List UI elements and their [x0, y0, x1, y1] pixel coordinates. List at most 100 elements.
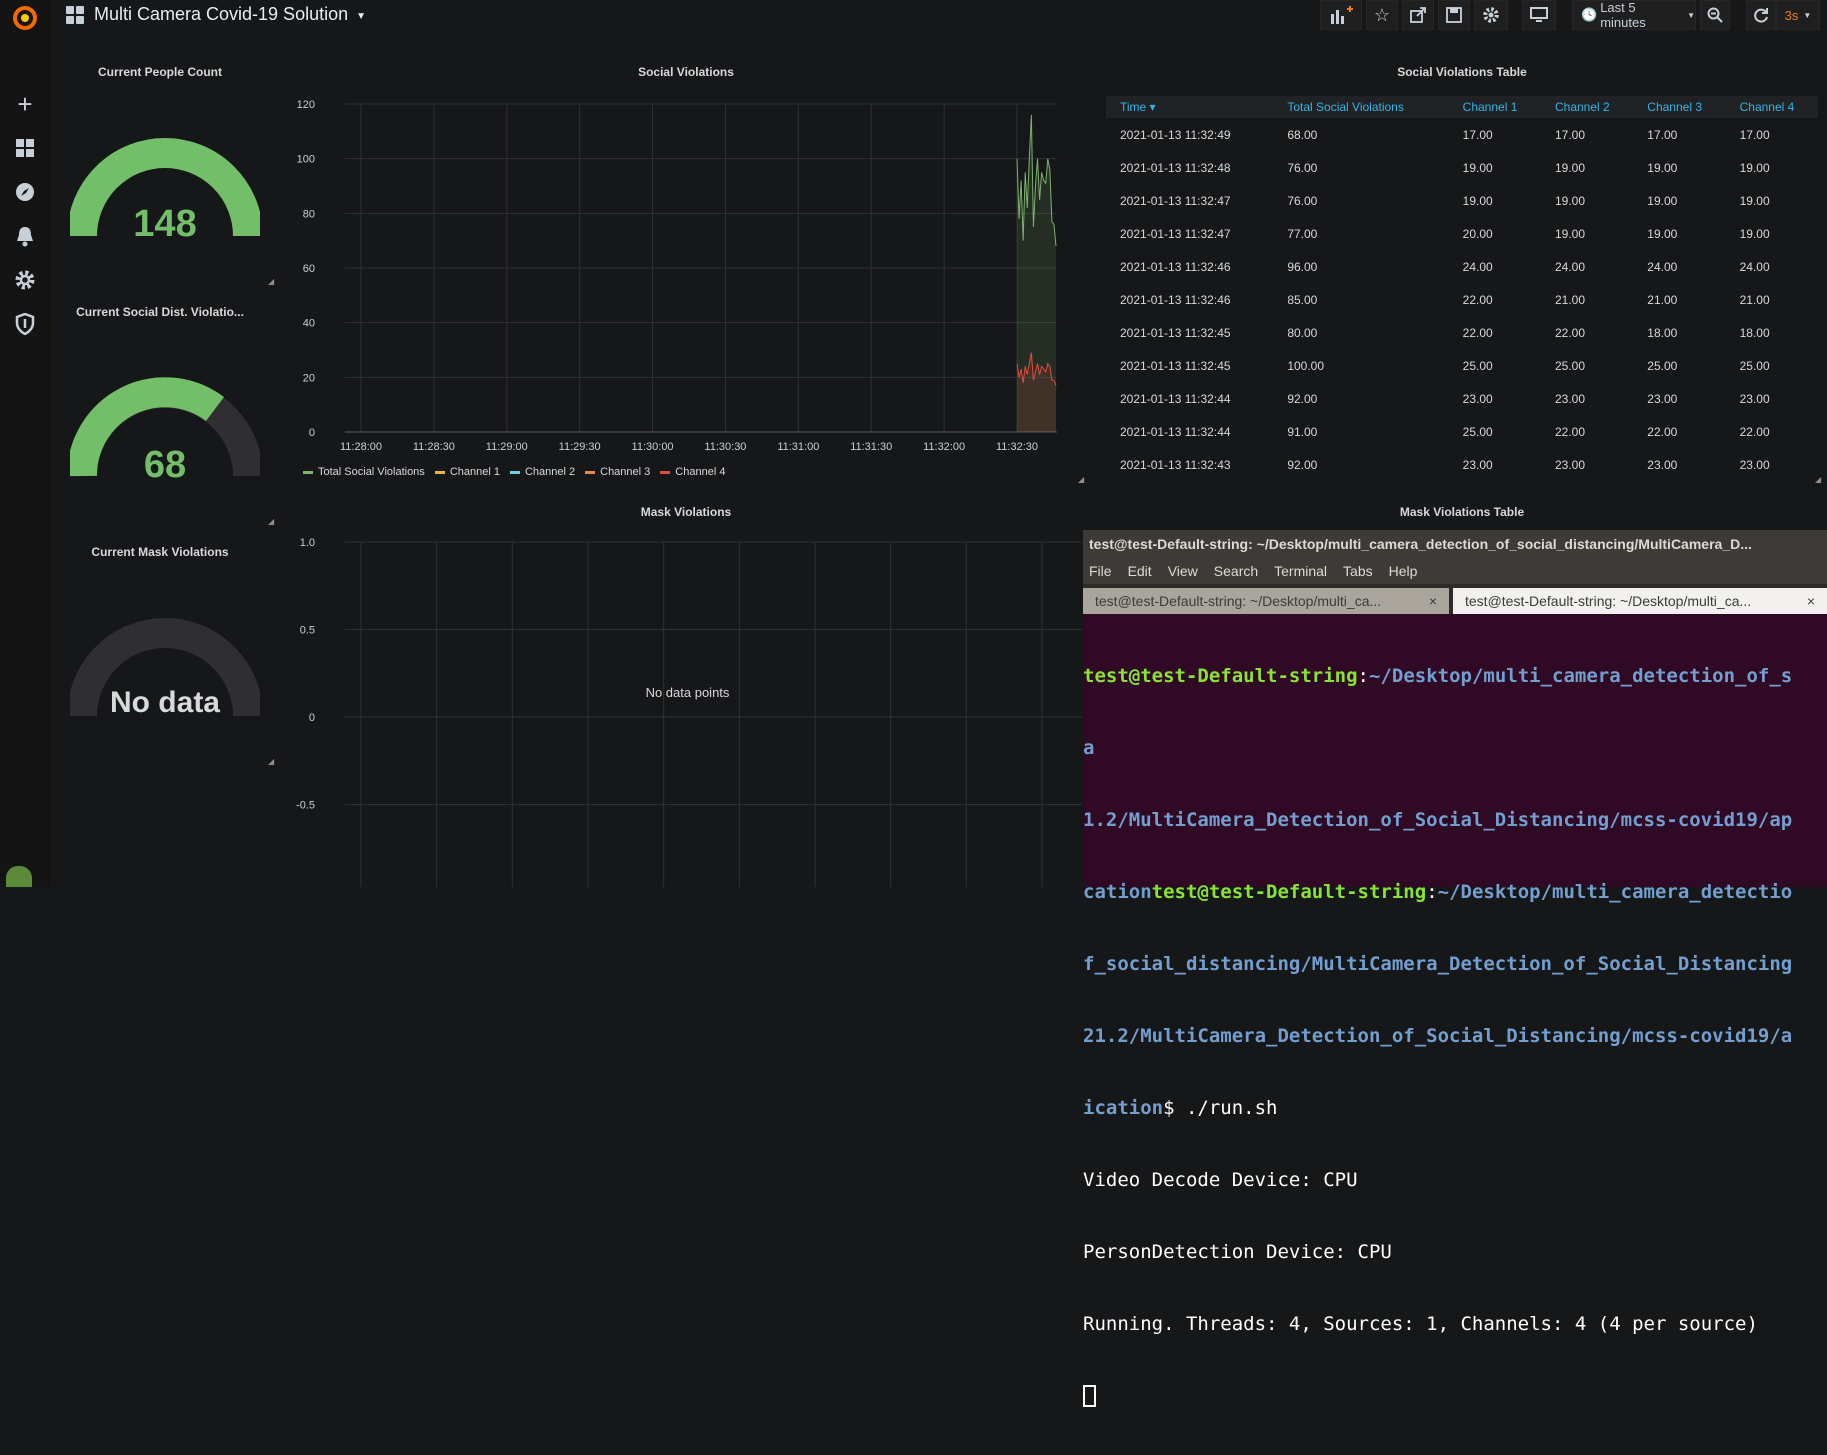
- add-panel-button[interactable]: [1320, 0, 1362, 30]
- column-header[interactable]: Channel 4: [1725, 96, 1818, 118]
- table-cell: 2021-01-13 11:32:46: [1120, 259, 1231, 274]
- column-header[interactable]: Total Social Violations: [1273, 96, 1449, 118]
- terminal-tab-1[interactable]: test@test-Default-string: ~/Desktop/mult…: [1083, 588, 1449, 614]
- menu-help[interactable]: Help: [1389, 563, 1418, 579]
- dashboard-title-picker[interactable]: Multi Camera Covid-19 Solution ▼: [66, 4, 366, 25]
- table-row: 2021-01-13 11:32:44 92.00 23.00 23.00 23.00 2…: [1106, 382, 1818, 415]
- table-cell: 19.00: [1554, 160, 1586, 175]
- terminal-cursor: [1083, 1385, 1096, 1407]
- resize-handle[interactable]: ◢: [268, 517, 274, 526]
- menu-file[interactable]: File: [1089, 563, 1112, 579]
- terminal-window[interactable]: test@test-Default-string: ~/Desktop/mult…: [1083, 530, 1827, 1407]
- menu-tabs[interactable]: Tabs: [1343, 563, 1373, 579]
- people-count-value: 148: [133, 203, 197, 245]
- table-cell: 19.00: [1554, 226, 1586, 241]
- column-header[interactable]: Channel 1: [1448, 96, 1541, 118]
- caret-down-icon: ▼: [356, 11, 367, 22]
- resize-handle[interactable]: ◢: [268, 277, 274, 286]
- y-tick-label: 0: [309, 427, 315, 439]
- terminal-title-bar[interactable]: test@test-Default-string: ~/Desktop/mult…: [1083, 530, 1827, 558]
- table-row: 2021-01-13 11:32:46 96.00 24.00 24.00 24.00 2…: [1106, 250, 1818, 283]
- table-cell: 80.00: [1287, 325, 1318, 340]
- table-row: 2021-01-13 11:32:43 92.00 23.00 23.00 23.00 2…: [1106, 448, 1818, 481]
- terminal-menubar: File Edit View Search Terminal Tabs Help: [1083, 558, 1827, 584]
- legend-item[interactable]: Total Social Violations: [303, 465, 425, 479]
- table-cell: 21.00: [1739, 292, 1770, 307]
- star-button[interactable]: ☆: [1366, 0, 1398, 30]
- share-button[interactable]: [1402, 0, 1434, 30]
- grafana-logo-icon[interactable]: [7, 0, 43, 36]
- terminal-line: Video Decode Device: CPU: [1083, 1169, 1358, 1191]
- configuration-icon[interactable]: [7, 262, 43, 298]
- table-cell: 2021-01-13 11:32:48: [1120, 160, 1231, 175]
- social-violations-title: Social Violations: [638, 65, 734, 79]
- column-header[interactable]: Time ▾: [1106, 96, 1274, 118]
- table-cell: 19.00: [1739, 193, 1770, 208]
- y-tick-label: 20: [303, 372, 315, 384]
- table-cell: 17.00: [1739, 127, 1770, 142]
- plus-icon[interactable]: +: [7, 86, 43, 122]
- menu-terminal[interactable]: Terminal: [1274, 563, 1327, 579]
- legend-label: Channel 4: [675, 466, 726, 478]
- legend-swatch: [585, 470, 596, 474]
- table-cell: 19.00: [1647, 160, 1678, 175]
- x-tick-label: 11:29:30: [559, 441, 601, 453]
- table-cell: 21.00: [1554, 292, 1586, 307]
- gauge-title-mask-violations: Current Mask Violations: [91, 545, 229, 559]
- table-cell: 17.00: [1462, 127, 1493, 142]
- terminal-output[interactable]: test@test-Default-string:~/Desktop/multi…: [1083, 614, 1827, 1455]
- save-button[interactable]: [1438, 0, 1470, 30]
- table-cell: 20.00: [1462, 226, 1493, 241]
- cycle-view-mode-button[interactable]: [1522, 0, 1556, 30]
- legend-item[interactable]: Channel 2: [509, 465, 576, 479]
- refresh-interval-picker[interactable]: 3s ▼: [1776, 0, 1820, 30]
- legend-swatch: [303, 470, 313, 474]
- menu-view[interactable]: View: [1168, 563, 1198, 579]
- column-header[interactable]: Channel 2: [1540, 96, 1634, 118]
- legend-item[interactable]: Channel 1: [434, 465, 500, 479]
- terminal-line: cationtest@test-Default-string:~/Desktop…: [1083, 881, 1793, 903]
- mask-table-title: Mask Violations Table: [1399, 505, 1525, 519]
- table-cell: 19.00: [1462, 160, 1493, 175]
- clock-icon: 🕓: [1581, 7, 1598, 22]
- table-cell: 22.00: [1462, 325, 1493, 340]
- close-icon[interactable]: ×: [1807, 593, 1815, 609]
- x-tick-label: 11:30:30: [704, 441, 746, 453]
- legend-label: Channel 2: [524, 466, 576, 478]
- settings-button[interactable]: [1474, 0, 1508, 30]
- legend-label: Channel 3: [600, 466, 651, 478]
- table-cell: 25.00: [1462, 424, 1493, 439]
- legend-item[interactable]: Channel 4: [660, 465, 725, 479]
- alerting-icon[interactable]: [7, 218, 43, 254]
- menu-search[interactable]: Search: [1214, 563, 1258, 579]
- table-cell: 2021-01-13 11:32:44: [1120, 391, 1231, 406]
- resize-handle[interactable]: ◢: [268, 757, 274, 766]
- table-cell: 19.00: [1554, 193, 1586, 208]
- resize-handle[interactable]: ◢: [1078, 475, 1084, 484]
- refresh-button[interactable]: [1746, 0, 1776, 30]
- x-tick-label: 11:30:00: [632, 441, 674, 453]
- table-cell: 19.00: [1647, 193, 1678, 208]
- table-cell: 21.00: [1647, 292, 1678, 307]
- table-cell: 25.00: [1739, 358, 1770, 373]
- resize-handle[interactable]: ◢: [1815, 475, 1821, 484]
- terminal-tab-2[interactable]: test@test-Default-string: ~/Desktop/mult…: [1453, 588, 1827, 614]
- table-cell: 18.00: [1739, 325, 1770, 340]
- zoom-out-button[interactable]: [1700, 0, 1730, 30]
- table-cell: 17.00: [1554, 127, 1586, 142]
- close-icon[interactable]: ×: [1429, 593, 1437, 609]
- y-tick-label: 1.0: [300, 537, 315, 549]
- top-navbar: Multi Camera Covid-19 Solution ▼ ☆ 🕓 Las…: [50, 0, 1827, 32]
- legend-item[interactable]: Channel 3: [585, 465, 650, 479]
- y-tick-label: 0: [309, 712, 315, 724]
- dashboards-icon[interactable]: [7, 130, 43, 166]
- column-header[interactable]: Channel 3: [1633, 96, 1726, 118]
- shield-icon[interactable]: [7, 306, 43, 342]
- y-tick-label: 100: [297, 154, 315, 166]
- time-range-picker[interactable]: 🕓 Last 5 minutes ▼: [1572, 0, 1696, 30]
- dashboard-title: Multi Camera Covid-19 Solution: [94, 4, 349, 24]
- save-icon: [1446, 7, 1462, 23]
- explore-icon[interactable]: [7, 174, 43, 210]
- user-avatar-icon[interactable]: [6, 866, 32, 887]
- menu-edit[interactable]: Edit: [1128, 563, 1152, 579]
